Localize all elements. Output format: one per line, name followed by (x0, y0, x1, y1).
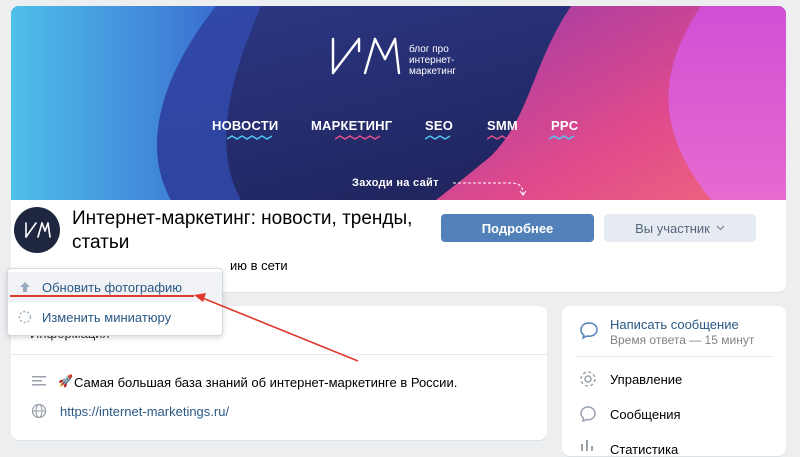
stats-bar-icon (581, 440, 593, 451)
messages-icon (580, 406, 596, 423)
sidebar-item-manage[interactable]: Управление (610, 372, 682, 387)
description-lines-icon (32, 376, 46, 386)
brand-tagline: блог про интернет- маркетинг (409, 44, 457, 77)
divider (576, 356, 772, 357)
menu-item-update-photo[interactable]: Обновить фотографию (8, 272, 222, 302)
chevron-down-icon (716, 225, 725, 231)
write-message-link[interactable]: Написать сообщение (610, 317, 739, 332)
cover-nav-ppc: PPC (551, 118, 579, 133)
page-title: Интернет-маркетинг: новости, тренды, ста… (72, 208, 413, 253)
avatar-context-menu: Обновить фотографию Изменить миниатюру (7, 268, 223, 336)
cover-nav-news: НОВОСТИ (212, 118, 279, 133)
rocket-icon: 🚀 (58, 374, 73, 388)
dashed-arrow-icon (453, 182, 527, 196)
sidebar-item-messages[interactable]: Сообщения (610, 407, 681, 422)
wave-decoration-icon (549, 135, 575, 140)
cover-image[interactable] (11, 6, 786, 200)
response-time-text: Время ответа — 15 минут (610, 333, 755, 347)
more-info-button[interactable]: Подробнее (441, 214, 594, 242)
gear-icon (580, 371, 596, 387)
message-bubble-icon (580, 322, 598, 340)
member-button-label: Вы участник (635, 220, 710, 236)
brand-logo-icon (331, 37, 401, 75)
sidebar-item-stats[interactable]: Статистика (610, 442, 678, 457)
wave-decoration-icon (335, 135, 381, 140)
online-status-text: ию в сети (230, 258, 288, 273)
divider (11, 354, 547, 355)
annotation-underline (10, 295, 194, 297)
globe-icon (31, 403, 47, 419)
avatar-logo-icon (25, 222, 51, 238)
cover-cta-text: Заходи на сайт (352, 177, 439, 189)
upload-arrow-icon (20, 282, 30, 292)
cover-nav-seo: SEO (425, 118, 454, 133)
menu-item-label: Изменить миниатюру (42, 309, 172, 325)
cover-nav-smm: SMM (487, 118, 518, 133)
crop-circle-icon (18, 310, 32, 324)
group-description: Самая большая база знаний об интернет-ма… (74, 375, 458, 390)
cover-nav-marketing: МАРКЕТИНГ (311, 118, 393, 133)
wave-decoration-icon (227, 135, 273, 140)
member-dropdown-button[interactable]: Вы участник (604, 214, 756, 242)
wave-decoration-icon (425, 135, 451, 140)
menu-item-change-thumbnail[interactable]: Изменить миниатюру (8, 302, 222, 332)
website-link[interactable]: https://internet-marketings.ru/ (60, 404, 229, 419)
wave-decoration-icon (487, 135, 513, 140)
menu-item-label: Обновить фотографию (42, 279, 183, 295)
avatar[interactable] (14, 207, 60, 253)
